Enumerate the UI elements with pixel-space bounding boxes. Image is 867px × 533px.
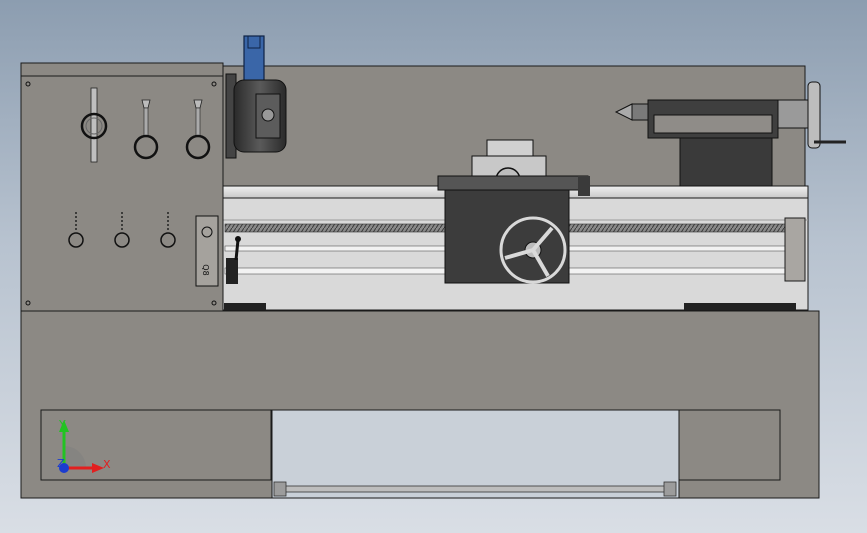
headstock: Q8 [20, 62, 241, 312]
chip-bay-opening [271, 409, 680, 499]
name-plate-label: Q8 [201, 264, 210, 275]
x-axis-label: X [103, 458, 111, 471]
three-jaw-chuck [225, 35, 287, 159]
headstock-name-plate: Q8 [195, 215, 219, 287]
tailstock-handwheel [807, 81, 846, 149]
base-cabinet [20, 310, 820, 499]
lathe-drawing: Q8 Y X Z [20, 35, 846, 499]
chuck-guard [243, 35, 265, 83]
right-pedestal-door [678, 409, 781, 481]
cross-slide [437, 175, 589, 191]
end-bracket [784, 217, 806, 282]
tailstock-quill [631, 103, 649, 121]
cad-viewport[interactable]: Q8 Y X Z [0, 0, 867, 533]
y-axis-label: Y [58, 418, 66, 431]
z-axis-label: Z [57, 457, 65, 470]
